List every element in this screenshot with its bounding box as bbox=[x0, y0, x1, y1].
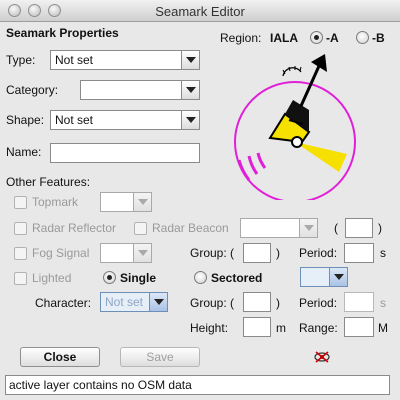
fog-signal-combo[interactable] bbox=[100, 243, 152, 263]
height-label: Height: bbox=[190, 321, 229, 335]
radar-beacon-checkbox[interactable] bbox=[134, 222, 147, 235]
light-period-label: Period: bbox=[299, 296, 338, 310]
chevron-down-icon bbox=[133, 244, 151, 262]
iala-label: IALA bbox=[270, 31, 298, 45]
title-bar: Seamark Editor bbox=[0, 0, 400, 22]
radar-reflector-checkbox[interactable] bbox=[14, 222, 27, 235]
sector-combo[interactable] bbox=[300, 267, 348, 287]
section-title: Seamark Properties bbox=[6, 26, 119, 40]
type-combo[interactable]: Not set bbox=[50, 50, 200, 70]
radar-beacon-label: Radar Beacon bbox=[152, 221, 229, 235]
window-title: Seamark Editor bbox=[155, 4, 245, 19]
fog-period-field[interactable] bbox=[344, 243, 374, 263]
sectored-radio[interactable] bbox=[194, 271, 207, 284]
close-button[interactable]: Close bbox=[20, 347, 100, 367]
status-bar: active layer contains no OSM data bbox=[5, 375, 390, 395]
shape-label: Shape: bbox=[6, 113, 45, 127]
save-button: Save bbox=[120, 347, 200, 367]
shape-combo[interactable]: Not set bbox=[50, 110, 200, 130]
osm-eye-icon bbox=[314, 351, 330, 363]
light-group-close: ) bbox=[276, 296, 280, 310]
range-label: Range: bbox=[299, 321, 338, 335]
region-a-label: -A bbox=[326, 31, 339, 45]
chevron-down-icon bbox=[299, 219, 317, 237]
category-combo[interactable] bbox=[80, 80, 200, 100]
fog-signal-checkbox[interactable] bbox=[14, 247, 27, 260]
type-label: Type: bbox=[6, 53, 36, 67]
range-field[interactable] bbox=[344, 317, 374, 337]
character-label: Character: bbox=[35, 296, 92, 310]
range-unit: M bbox=[378, 321, 388, 335]
lighted-label: Lighted bbox=[32, 271, 72, 285]
fog-period-label: Period: bbox=[299, 246, 338, 260]
other-features-label: Other Features: bbox=[6, 175, 91, 189]
fog-seconds-unit: s bbox=[380, 246, 386, 260]
paren-close: ) bbox=[378, 221, 382, 235]
chevron-down-icon bbox=[329, 268, 347, 286]
character-combo[interactable]: Not set bbox=[100, 292, 168, 312]
light-group-label: Group: ( bbox=[190, 296, 235, 310]
buoy-light-preview-icon bbox=[234, 54, 356, 200]
type-combo-value: Not set bbox=[55, 53, 94, 67]
fog-group-field[interactable] bbox=[243, 243, 271, 263]
shape-combo-value: Not set bbox=[55, 113, 94, 127]
fog-signal-label: Fog Signal bbox=[32, 246, 90, 260]
topmark-checkbox[interactable] bbox=[14, 196, 27, 209]
sectored-label: Sectored bbox=[211, 271, 263, 285]
name-label: Name: bbox=[6, 145, 42, 159]
region-b-label: -B bbox=[372, 31, 385, 45]
radar-beacon-combo[interactable] bbox=[240, 218, 318, 238]
single-label: Single bbox=[120, 271, 157, 285]
name-field[interactable] bbox=[50, 143, 200, 163]
chevron-down-icon bbox=[181, 81, 199, 99]
chevron-down-icon bbox=[181, 51, 199, 69]
fog-group-close: ) bbox=[276, 246, 280, 260]
topmark-combo[interactable] bbox=[100, 192, 152, 212]
character-combo-value: Not set bbox=[105, 295, 144, 309]
fog-group-label: Group: ( bbox=[190, 246, 235, 260]
height-unit: m bbox=[276, 321, 286, 335]
region-label: Region: bbox=[220, 31, 262, 45]
region-b-radio[interactable] bbox=[356, 31, 369, 44]
topmark-label: Topmark bbox=[32, 195, 79, 209]
paren-open: ( bbox=[334, 221, 338, 235]
radar-beacon-field[interactable] bbox=[345, 218, 373, 238]
region-a-radio[interactable] bbox=[310, 31, 323, 44]
chevron-down-icon bbox=[133, 193, 151, 211]
lighted-checkbox[interactable] bbox=[14, 272, 27, 285]
single-radio[interactable] bbox=[103, 271, 116, 284]
light-seconds-unit: s bbox=[380, 296, 386, 310]
radar-reflector-label: Radar Reflector bbox=[32, 221, 117, 235]
height-field[interactable] bbox=[243, 317, 271, 337]
chevron-down-icon bbox=[149, 293, 167, 311]
light-group-field[interactable] bbox=[243, 292, 271, 312]
light-period-field[interactable] bbox=[344, 292, 374, 312]
chevron-down-icon bbox=[181, 111, 199, 129]
category-label: Category: bbox=[6, 83, 59, 97]
